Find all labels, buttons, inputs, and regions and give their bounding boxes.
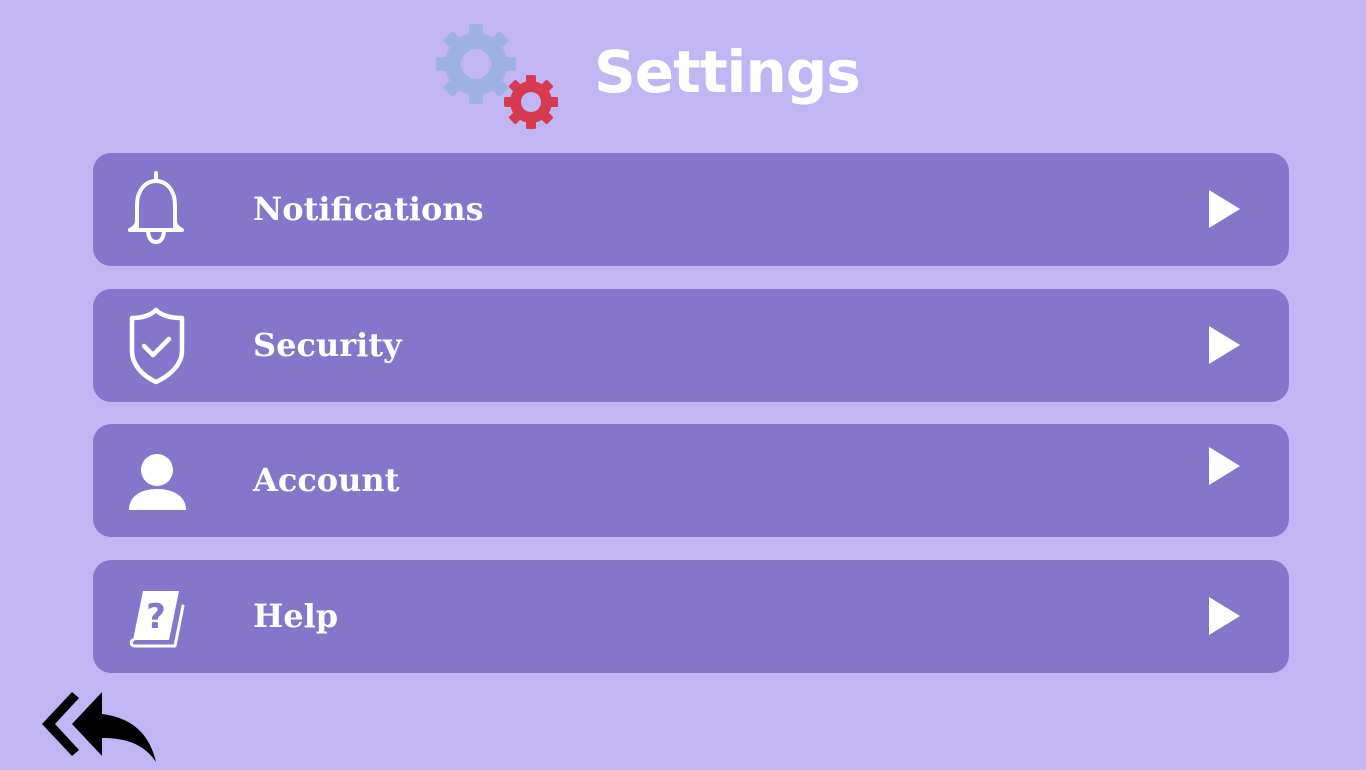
menu-item-label: Help [253,597,339,635]
header: Settings [0,0,1366,140]
menu-item-security[interactable]: Security [93,289,1289,402]
menu-item-label: Security [253,326,402,364]
shield-check-icon [121,305,193,385]
chevron-right-icon [1209,597,1240,635]
page-title: Settings [594,38,861,106]
user-icon [121,440,193,520]
gears-icon [436,24,558,129]
menu-item-label: Notifications [253,190,484,228]
chevron-right-icon [1209,447,1240,485]
menu-item-help[interactable]: ? Help [93,560,1289,673]
bell-icon [121,169,193,249]
svg-text:?: ? [146,597,166,637]
menu-item-account[interactable]: Account [93,424,1289,537]
menu-item-label: Account [253,461,400,499]
chevron-right-icon [1209,326,1240,364]
menu-item-notifications[interactable]: Notifications [93,153,1289,266]
reply-all-icon [42,692,156,762]
help-book-icon: ? [121,576,193,656]
back-button[interactable] [38,688,160,766]
chevron-right-icon [1209,190,1240,228]
